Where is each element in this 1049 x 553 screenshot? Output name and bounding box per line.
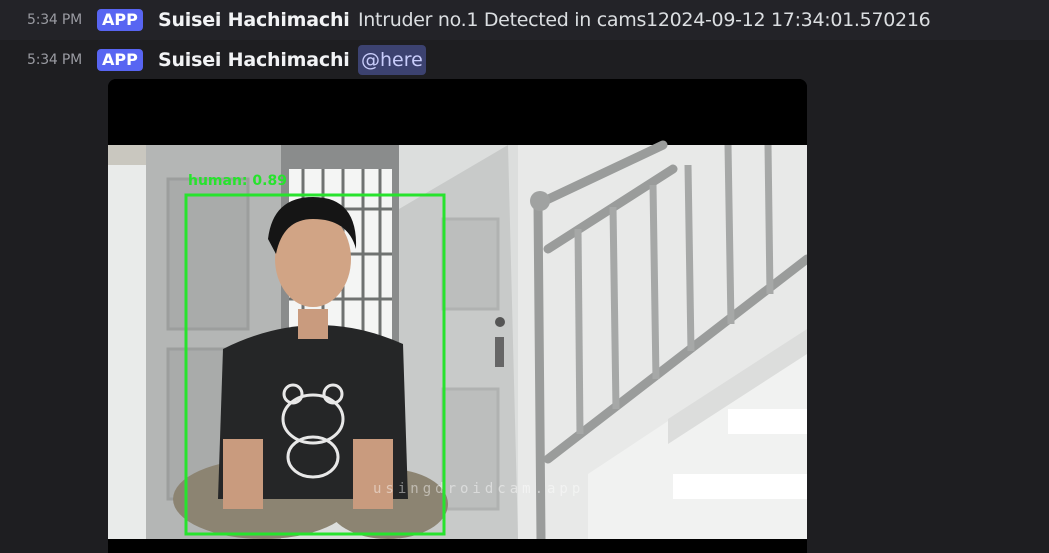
room-scene bbox=[108, 140, 807, 544]
message-timestamp[interactable]: 5:34 PM bbox=[27, 12, 82, 28]
letterbox-top bbox=[108, 79, 807, 145]
letterbox-bottom bbox=[108, 539, 807, 553]
app-badge: APP bbox=[97, 49, 143, 71]
here-mention[interactable]: @here bbox=[358, 45, 426, 75]
message-timestamp[interactable]: 5:34 PM bbox=[27, 52, 82, 68]
message-here-mention[interactable]: 5:34 PM APP Suisei Hachimachi @here bbox=[0, 40, 1049, 80]
app-badge: APP bbox=[97, 9, 143, 31]
message-intruder-alert[interactable]: 5:34 PM APP Suisei Hachimachi Intruder n… bbox=[0, 0, 1049, 40]
author-name[interactable]: Suisei Hachimachi bbox=[158, 49, 350, 71]
camera-frame: human: 0.89 usingdroidcam.app bbox=[108, 79, 807, 553]
message-content: Intruder no.1 Detected in cams12024-09-1… bbox=[358, 9, 931, 31]
chat-area: 5:34 PM APP Suisei Hachimachi Intruder n… bbox=[0, 0, 1049, 553]
watermark-text: usingdroidcam.app bbox=[373, 481, 584, 497]
camera-snapshot-attachment[interactable]: human: 0.89 usingdroidcam.app bbox=[108, 79, 807, 553]
detection-label: human: 0.89 bbox=[188, 173, 287, 189]
author-name[interactable]: Suisei Hachimachi bbox=[158, 9, 350, 31]
